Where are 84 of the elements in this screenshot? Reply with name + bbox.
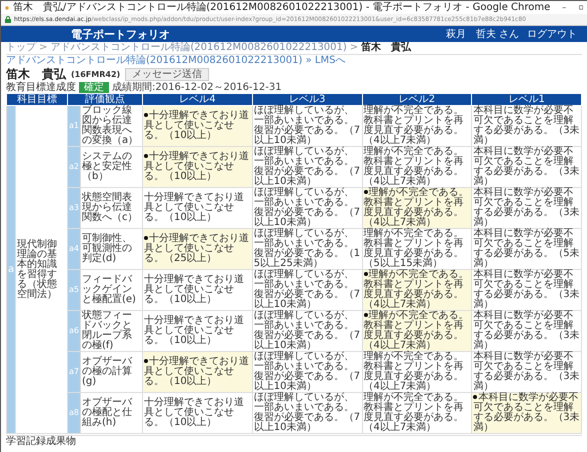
level-cell: ほぼ理解しているが、一部あいまいである。復習が必要である。（7以上10未満）	[252, 270, 362, 310]
selected-dot-icon	[144, 154, 148, 158]
level-cell: ほぼ理解しているが、一部あいまいである。復習が必要である。（7以上10未満）	[252, 392, 362, 434]
column-header: 科目目標	[6, 94, 68, 106]
student-name: 笛木 貴弘	[6, 66, 66, 82]
selected-dot-icon	[144, 359, 148, 364]
level-cell: 理解が不完全である。教科書とプリントを再度見直す必要がある。（4以上7未満）	[362, 392, 472, 434]
evaluation-item: 状態フィードバックと閉ループ系の極(f)	[80, 310, 142, 352]
column-header: レベル1	[472, 94, 582, 106]
page-icon	[5, 4, 9, 12]
breadcrumb-item: 笛木 貴弘	[361, 42, 412, 54]
level-cell: 十分理解できており道具として使いこなせる。（10以上）	[142, 352, 252, 392]
selected-dot-icon	[144, 113, 148, 118]
selected-dot-icon	[364, 190, 368, 194]
student-id: (16FMR42)	[71, 70, 120, 78]
item-code: a3	[68, 188, 80, 228]
level-cell: 本科目に数学が必要不可欠であることを理解する必要がある。（3未満）	[472, 392, 582, 434]
course-link[interactable]: アドバンストコントロール特論(201612M0082601022213001) » LMSへ	[6, 55, 582, 67]
evaluation-item: ブロック線図から伝達関数表現への変換（a）	[80, 106, 142, 146]
selected-dot-icon	[473, 395, 478, 400]
level-cell: 十分理解できており道具として使いこなせる。（10以上）	[142, 310, 252, 352]
grading-period: 成績期間:2016-12-02～2016-12-31	[112, 80, 282, 94]
level-cell: ほぼ理解しているが、一部あいまいである。復習が必要である。（7以上10未満）	[252, 146, 362, 188]
section-title: 学習記録成果物	[6, 435, 582, 447]
selected-dot-icon	[364, 313, 368, 318]
goal-text: 現代制御理論の基本的知識を習得する（状態空間法）	[16, 106, 68, 434]
level-cell: ほぼ理解しているが、一部あいまいである。復習が必要である。（15以上25未満）	[252, 228, 362, 270]
level-cell: 本科目に数学が必要不可欠であることを理解する必要がある。（5未満）	[472, 228, 582, 270]
item-code: a4	[68, 228, 80, 270]
level-cell: 本科目に数学が必要不可欠であることを理解する必要がある。（3未満）	[472, 352, 582, 392]
user-name: 萩月 哲夫 さん	[446, 28, 519, 41]
evaluation-item: フィードバックゲインと極配置(e)	[80, 270, 142, 310]
window-title: 笛木 貴弘/アドバンストコントロール特論(201612M0082601022213001) - 電子ポートフォリオ - Google Chrome	[12, 2, 550, 14]
level-cell: 十分理解できており道具として使いこなせる。（10以上）	[142, 146, 252, 188]
level-cell: ほぼ理解しているが、一部あいまいである。復習が必要である。（7以上10未満）	[252, 106, 362, 146]
level-cell: ほぼ理解しているが、一部あいまいである。復習が必要である。（7以上10未満）	[252, 352, 362, 392]
level-cell: 理解が不完全である。教科書とプリントを再度見直す必要がある。（4以上7未満）	[362, 310, 472, 352]
evaluation-item: オブザーバの極の計算(g)	[80, 352, 142, 392]
evaluation-item: システムの極と安定性（b）	[80, 146, 142, 188]
level-cell: 本科目に数学が必要不可欠であることを理解する必要がある。（3未満）	[472, 106, 582, 146]
level-cell: 理解が不完全である。教科書とプリントを再度見直す必要がある。（5以上15未満）	[362, 228, 472, 270]
breadcrumb-separator: >	[350, 42, 358, 54]
level-cell: 本科目に数学が必要不可欠であることを理解する必要がある。（3未満）	[472, 270, 582, 310]
level-cell: 理解が不完全である。教科書とプリントを再度見直す必要がある。（4以上7未満）	[362, 146, 472, 188]
item-code: a2	[68, 146, 80, 188]
goal-code: a	[6, 106, 16, 434]
level-cell: 十分理解できており道具として使いこなせる。（10以上）	[142, 188, 252, 228]
level-cell: ほぼ理解しているが、一部あいまいである。復習が必要である。（7以上10未満）	[252, 188, 362, 228]
column-header: レベル4	[142, 94, 252, 106]
item-code: a8	[68, 392, 80, 434]
maximize-icon[interactable]	[578, 3, 584, 12]
level-cell: 十分理解できており道具として使いこなせる。（10以上）	[142, 392, 252, 434]
achievement-label: 教育目標達成度	[6, 80, 76, 94]
logout-link[interactable]: ログアウト	[527, 27, 577, 41]
breadcrumb-item[interactable]: トップ	[6, 42, 36, 54]
item-code: a1	[68, 106, 80, 146]
item-code: a7	[68, 352, 80, 392]
selected-dot-icon	[144, 236, 148, 240]
column-header: 評価観点	[68, 94, 142, 106]
item-code: a5	[68, 270, 80, 310]
level-cell: 理解が不完全である。教科書とプリントを再度見直す必要がある。（4以上7未満）	[362, 188, 472, 228]
level-cell: 理解が不完全である。教科書とプリントを再度見直す必要がある。（4以上7未満）	[362, 352, 472, 392]
evaluation-item: 可制御性、可観測性の判定(d)	[80, 228, 142, 270]
level-cell: 理解が不完全である。教科書とプリントを再度見直す必要がある。（4以上7未満）	[362, 270, 472, 310]
evaluation-item: 状態空間表現から伝達関数へ（c）	[80, 188, 142, 228]
level-cell: 本科目に数学が必要不可欠であることを理解する必要がある。（3未満）	[472, 310, 582, 352]
message-button[interactable]: メッセージ送信	[125, 68, 210, 80]
level-cell: 本科目に数学が必要不可欠であることを理解する必要がある。（3未満）	[472, 188, 582, 228]
level-cell: 十分理解できており道具として使いこなせる。（25以上）	[142, 228, 252, 270]
level-cell: 理解が不完全である。教科書とプリントを再度見直す必要がある。（4以上7未満）	[362, 106, 472, 146]
level-cell: 十分理解できており道具として使いこなせる。（10以上）	[142, 270, 252, 310]
item-code: a6	[68, 310, 80, 352]
evaluation-item: オブザーバの極配と仕組み(h)	[80, 392, 142, 434]
column-header: レベル2	[362, 94, 472, 106]
level-cell: 本科目に数学が必要不可欠であることを理解する必要がある。（3未満）	[472, 146, 582, 188]
breadcrumb-separator: >	[39, 42, 48, 54]
breadcrumb-item[interactable]: アドバンストコントロール特論(201612M0082601022213001)	[50, 42, 347, 54]
status-badge: 確定	[79, 82, 109, 92]
level-cell: ほぼ理解しているが、一部あいまいである。復習が必要である。（7以上10未満）	[252, 310, 362, 352]
selected-dot-icon	[364, 272, 368, 276]
lock-icon	[5, 16, 11, 23]
site-title[interactable]: 電子ポートフォリオ	[71, 26, 438, 42]
column-header: レベル3	[252, 94, 362, 106]
level-cell: 十分理解できており道具として使いこなせる。（10以上）	[142, 106, 252, 146]
